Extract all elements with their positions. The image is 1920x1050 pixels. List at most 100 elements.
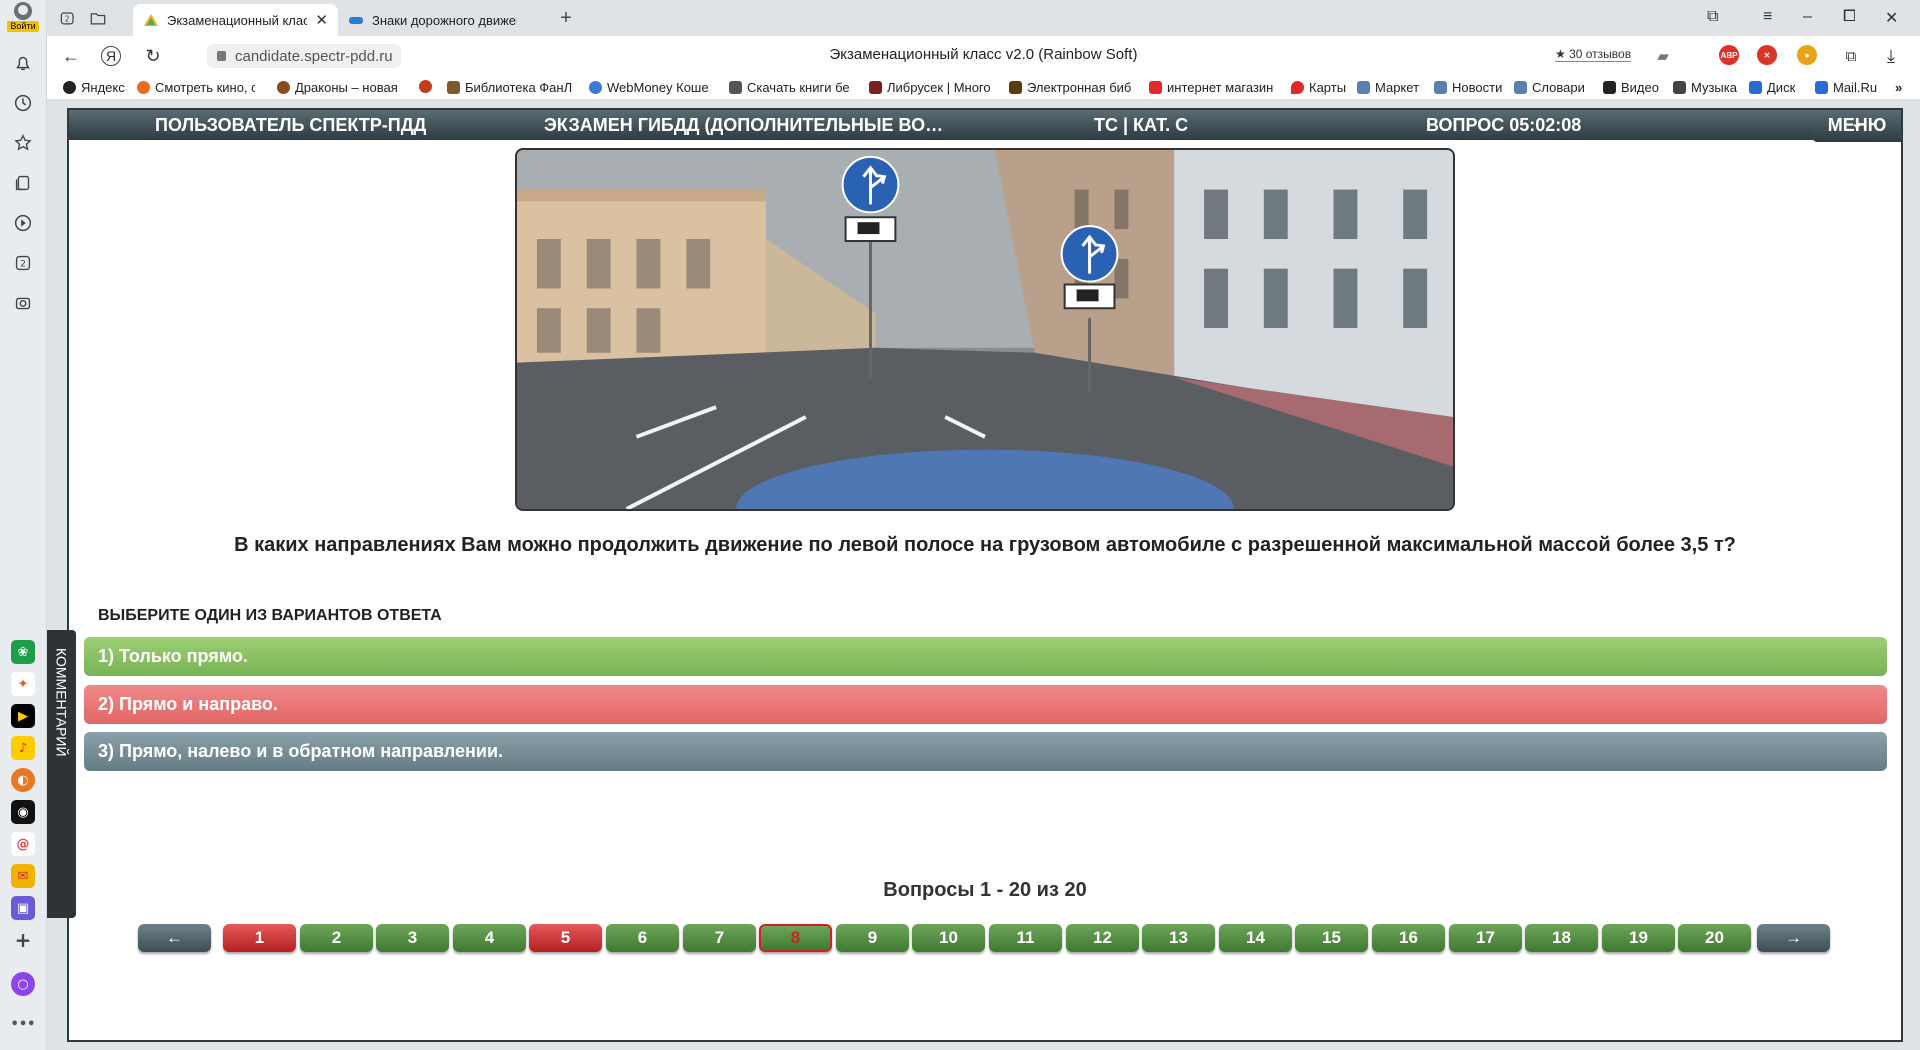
chevron-down-icon: ⌄ (1851, 115, 1863, 131)
question-number-button[interactable]: 9 (836, 924, 909, 952)
bookmark-item[interactable]: Электронная биб (1009, 80, 1137, 95)
taskbar-app-icon[interactable]: ✦ (11, 672, 35, 696)
mail-app-icon[interactable]: ✉ (11, 864, 35, 888)
extensions-icon[interactable]: ⧉ (1839, 45, 1863, 67)
history-icon[interactable] (8, 88, 38, 118)
header-category: ТС | КАТ. С (1094, 115, 1189, 135)
answer-option-2[interactable]: 2) Прямо и направо. (84, 685, 1887, 724)
header-exam: ЭКЗАМЕН ГИБДД (ДОПОЛНИТЕЛЬНЫЕ ВО… (544, 115, 944, 135)
question-number-button[interactable]: 16 (1372, 924, 1445, 952)
question-number-button[interactable]: 19 (1602, 924, 1675, 952)
bookmark-item[interactable]: Словари (1514, 80, 1585, 95)
tabs-count-icon[interactable]: 2 (8, 248, 38, 278)
question-number-button[interactable]: 12 (1066, 924, 1139, 952)
alice-icon[interactable]: ○ (11, 972, 35, 996)
bookmark-item[interactable]: Драконы – новая (277, 80, 397, 95)
question-number-button[interactable]: 1 (223, 924, 296, 952)
bookmark-item[interactable]: Музыка (1673, 80, 1737, 95)
choose-answer-label: ВЫБЕРИТЕ ОДИН ИЗ ВАРИАНТОВ ОТВЕТА (98, 607, 442, 624)
question-number-button[interactable]: 20 (1678, 924, 1751, 952)
new-tab-icon[interactable]: + (555, 7, 577, 29)
question-number-button[interactable]: 6 (606, 924, 679, 952)
more-icon[interactable]: ••• (11, 1012, 36, 1036)
bookmark-item[interactable]: Скачать книги бе (729, 80, 853, 95)
tabs-count-label: 2 (20, 259, 26, 270)
minimize-icon[interactable]: – (1803, 8, 1812, 26)
question-number-button[interactable]: 15 (1295, 924, 1368, 952)
bookmark-item[interactable]: Библиотека ФанЛ (447, 80, 575, 95)
question-number-button[interactable]: 5 (529, 924, 602, 952)
okko-app-icon[interactable]: ◐ (11, 768, 35, 792)
car-favicon-icon (349, 17, 363, 24)
bookmark-tabs-icon[interactable]: ⧉ (1707, 8, 1718, 26)
messenger-app-icon[interactable]: ▣ (11, 896, 35, 920)
reviews-text: 30 отзывов (1569, 47, 1632, 61)
answer-option-3[interactable]: 3) Прямо, налево и в обратном направлени… (84, 732, 1887, 771)
bookmark-item[interactable]: Mail.Ru (1815, 80, 1877, 95)
zen-app-icon[interactable]: ◉ (11, 800, 35, 824)
more-bookmarks-icon[interactable]: » (1895, 80, 1902, 95)
questions-summary: Вопросы 1 - 20 из 20 (883, 879, 1087, 901)
add-app-icon[interactable]: + (11, 928, 35, 952)
download-icon[interactable]: ⤓ (1879, 45, 1903, 67)
tab-groups-count: 2 (65, 14, 70, 23)
next-question-button[interactable]: → (1757, 924, 1830, 952)
star-icon[interactable] (8, 128, 38, 158)
question-number-button[interactable]: 8 (759, 924, 832, 952)
question-number-button[interactable]: 17 (1449, 924, 1522, 952)
bookmark-item[interactable]: Маркет (1357, 80, 1419, 95)
prev-question-button[interactable]: ← (138, 924, 211, 952)
header-user: ПОЛЬЗОВАТЕЛЬ СПЕКТР-ПДД (155, 115, 427, 135)
ext-user-icon[interactable]: ● (1797, 45, 1817, 65)
reviews-link[interactable]: ★ 30 отзывов (1555, 47, 1632, 62)
tab-groups-icon[interactable]: 2 (57, 7, 79, 29)
bookmark-item[interactable]: WebMoney Коше (589, 80, 711, 95)
question-number-button[interactable]: 4 (453, 924, 526, 952)
rainbow-favicon-icon (144, 14, 158, 26)
bookmark-icon[interactable]: ▰ (1651, 45, 1675, 67)
mail-ru-app-icon[interactable]: @ (11, 832, 35, 856)
bookmark-item[interactable] (419, 80, 437, 93)
music-app-icon[interactable]: ♪ (11, 736, 35, 760)
evernote-app-icon[interactable]: ❀ (11, 640, 35, 664)
question-number-button[interactable]: 7 (683, 924, 756, 952)
street-photo (517, 150, 1453, 509)
bookmark-item[interactable]: интернет магазин (1149, 80, 1275, 95)
question-number-button[interactable]: 2 (300, 924, 373, 952)
video-app-icon[interactable]: ▶ (11, 704, 35, 728)
bookmark-item[interactable]: Новости (1434, 80, 1502, 95)
bookmark-item[interactable]: Яндекс (63, 80, 125, 95)
tab-exam[interactable]: Экзаменационный класс ✕ (133, 4, 338, 36)
question-number-button[interactable]: 14 (1219, 924, 1292, 952)
question-number-button[interactable]: 18 (1525, 924, 1598, 952)
question-number-button[interactable]: 10 (912, 924, 985, 952)
comment-tab-label: КОММЕНТАРИЙ (53, 648, 70, 757)
question-text: В каких направлениях Вам можно продолжит… (234, 534, 1736, 556)
close-tab-icon[interactable]: ✕ (315, 11, 328, 29)
collections-icon[interactable] (8, 168, 38, 198)
bookmark-item[interactable]: Карты (1291, 80, 1346, 95)
hamburger-menu-icon[interactable]: ≡ (1763, 8, 1772, 26)
answer-option-1[interactable]: 1) Только прямо. (84, 637, 1887, 676)
restore-icon[interactable]: ⧠ (1843, 8, 1856, 26)
question-number-button[interactable]: 11 (989, 924, 1062, 952)
comment-tab[interactable]: КОММЕНТАРИЙ (47, 630, 76, 918)
adblock-ext-icon[interactable]: ABP (1719, 45, 1739, 65)
ext-red-icon[interactable]: ✕ (1757, 45, 1777, 65)
menu-button[interactable]: МЕНЮ ⌄ (1813, 110, 1901, 142)
bookmark-item[interactable]: Либрусек | Много (869, 80, 991, 95)
bookmark-item[interactable]: Видео (1603, 80, 1659, 95)
question-number-button[interactable]: 13 (1142, 924, 1215, 952)
play-icon[interactable] (8, 208, 38, 238)
login-button[interactable]: Войти (4, 2, 42, 34)
new-folder-icon[interactable] (87, 7, 109, 29)
bookmark-item[interactable]: Смотреть кино, се (137, 80, 255, 95)
tab-bar: 2 Экзаменационный класс ✕ Знаки дорожног… (47, 0, 1920, 36)
screenshot-icon[interactable] (8, 288, 38, 318)
tab-road-signs[interactable]: Знаки дорожного движения (338, 4, 548, 36)
question-number-button[interactable]: 3 (376, 924, 449, 952)
bookmark-item[interactable]: Диск (1749, 80, 1795, 95)
close-window-icon[interactable]: ✕ (1885, 8, 1898, 28)
tab-exam-title: Экзаменационный класс (167, 12, 308, 28)
bell-icon[interactable] (8, 48, 38, 78)
